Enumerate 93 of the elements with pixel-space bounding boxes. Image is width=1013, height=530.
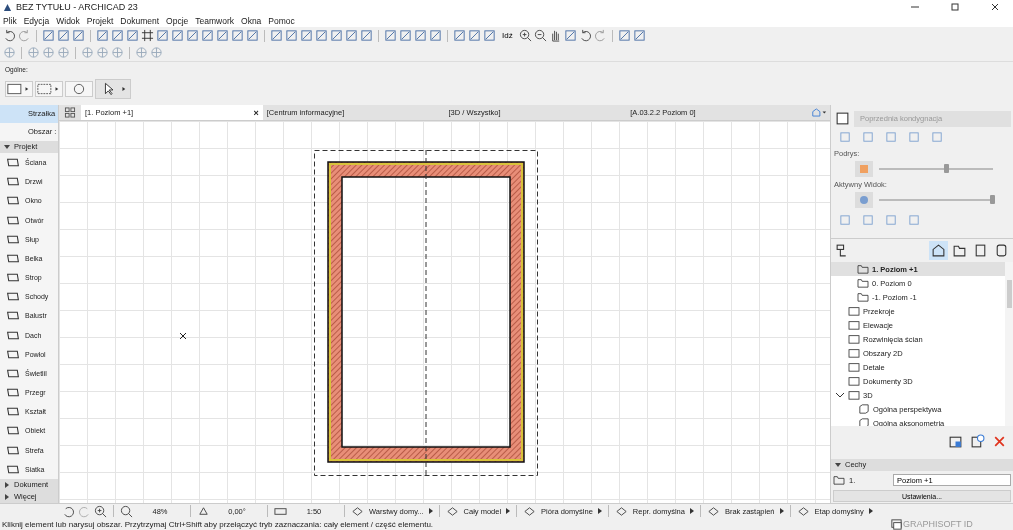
scrollbar[interactable] <box>1005 262 1013 427</box>
tool-icon[interactable] <box>414 29 427 42</box>
redo-icon[interactable] <box>18 29 31 42</box>
tab-overview-icon[interactable] <box>62 107 78 118</box>
tool-icon[interactable] <box>126 29 139 42</box>
menu-item[interactable]: Widok <box>56 15 80 26</box>
undo-icon[interactable] <box>3 29 16 42</box>
tool-icon[interactable] <box>453 29 466 42</box>
tool-icon[interactable] <box>231 29 244 42</box>
caret-icon[interactable] <box>428 508 433 514</box>
tool-icon[interactable] <box>330 29 343 42</box>
caret-icon[interactable] <box>689 508 694 514</box>
fit-zoom-icon[interactable] <box>120 504 133 518</box>
tool-icon[interactable] <box>3 46 16 59</box>
tool-icon[interactable] <box>42 46 55 59</box>
slider-thumb[interactable] <box>944 164 950 174</box>
menu-item[interactable]: Edycja <box>23 15 50 26</box>
tool-icon[interactable] <box>384 29 397 42</box>
redo-icon[interactable] <box>593 29 607 42</box>
caret-icon[interactable] <box>597 508 602 514</box>
tool-icon[interactable] <box>360 29 373 42</box>
tool-icon[interactable] <box>96 46 109 59</box>
caret-icon[interactable] <box>779 508 784 514</box>
zoom-out-icon[interactable] <box>533 29 547 42</box>
story-icon <box>833 475 845 486</box>
tool-icon[interactable] <box>42 29 55 42</box>
tool-icon[interactable] <box>216 29 229 42</box>
tool-icon[interactable] <box>483 29 496 42</box>
tool-icon[interactable] <box>57 46 70 59</box>
window-title: BEZ TYTUŁU - ARCHICAD 23 <box>16 2 138 12</box>
tool-icon[interactable] <box>285 29 298 42</box>
tool-icon[interactable] <box>150 46 163 59</box>
trace-toggle-icon[interactable] <box>833 109 852 128</box>
menu-item[interactable]: Opcje <box>166 15 189 26</box>
marquee-icon[interactable] <box>35 81 63 97</box>
tool-icon[interactable] <box>201 29 214 42</box>
tool-icon[interactable] <box>111 29 124 42</box>
tool-icon[interactable] <box>81 46 94 59</box>
zoom-in-icon[interactable] <box>518 29 532 42</box>
goto-button[interactable]: Idź <box>498 31 517 40</box>
menu-item[interactable]: Dokument <box>120 15 160 26</box>
drawing-canvas[interactable] <box>59 121 830 503</box>
menu-item[interactable]: Teamwork <box>195 15 234 26</box>
tool-icon[interactable] <box>171 29 184 42</box>
close-tab-button[interactable]: × <box>253 107 259 118</box>
menu-item[interactable]: Projekt <box>86 15 114 26</box>
zoom-in-icon[interactable] <box>94 504 107 518</box>
chevron-down-icon[interactable] <box>836 393 844 399</box>
tool-icon[interactable] <box>246 29 259 42</box>
tool-icon[interactable] <box>632 29 646 42</box>
tool-icon[interactable] <box>617 29 631 42</box>
trace-color-swatch[interactable] <box>855 161 873 178</box>
undo-zoom-icon[interactable] <box>62 504 75 518</box>
tool-icon[interactable] <box>399 29 412 42</box>
app-logo-icon <box>3 2 12 12</box>
tool-icon[interactable] <box>563 29 577 42</box>
tool-icon[interactable] <box>300 29 313 42</box>
menu-item[interactable]: Okna <box>241 15 262 26</box>
windows-icon[interactable] <box>890 517 903 530</box>
tool-icon[interactable] <box>429 29 442 42</box>
tool-icon[interactable] <box>135 46 148 59</box>
tool-icon[interactable] <box>57 29 70 42</box>
expanded-caret-icon[interactable] <box>4 144 10 150</box>
menu-item[interactable]: Plik <box>3 15 17 26</box>
tool-icon[interactable] <box>315 29 328 42</box>
tool-icon[interactable] <box>156 29 169 42</box>
story-icon <box>857 278 869 289</box>
tool-icon[interactable] <box>111 46 124 59</box>
grid-icon[interactable] <box>141 29 154 42</box>
tool-icon[interactable] <box>468 29 481 42</box>
story-icon <box>857 292 869 303</box>
project-map-icon[interactable] <box>929 241 948 261</box>
maximize-icon[interactable] <box>950 2 960 12</box>
tool-icon[interactable] <box>186 29 199 42</box>
menu-item[interactable]: Pomoc <box>268 15 295 26</box>
tool-icon[interactable] <box>270 29 283 42</box>
caret-icon[interactable] <box>506 508 511 514</box>
origin-marker-icon <box>180 333 186 339</box>
caret-icon[interactable] <box>868 508 873 514</box>
status-message: Kliknij element lub narysuj obszar. Przytrzymaj Ctrl+Shift aby przełączyć tryb zaznaczania: cały element / część elementu. <box>2 519 434 529</box>
tool-icon[interactable] <box>345 29 358 42</box>
active-view-swatch[interactable] <box>855 192 873 209</box>
expanded-caret-icon[interactable] <box>835 462 841 469</box>
tool-icon[interactable] <box>96 29 109 42</box>
slider-thumb[interactable] <box>990 195 995 205</box>
selection-method-icon[interactable] <box>5 81 33 97</box>
tool-icon[interactable] <box>27 46 40 59</box>
view-menu-icon[interactable] <box>811 107 827 118</box>
story-icon <box>857 264 869 275</box>
undo-icon[interactable] <box>578 29 592 42</box>
arrow-pointer-icon[interactable] <box>95 79 131 99</box>
tool-icon[interactable] <box>72 29 85 42</box>
close-icon[interactable] <box>990 2 1000 12</box>
